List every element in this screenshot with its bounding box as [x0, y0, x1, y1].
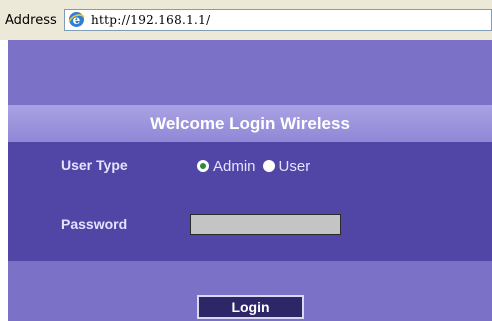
- url-text: http://192.168.1.1/: [91, 13, 211, 27]
- login-button[interactable]: Login: [197, 295, 304, 319]
- ie-icon: e: [68, 12, 85, 27]
- user-radio[interactable]: [262, 160, 275, 172]
- welcome-title: Welcome Login Wireless: [150, 114, 350, 133]
- address-label: Address: [5, 13, 57, 28]
- user-type-label: User Type: [61, 157, 128, 173]
- url-field[interactable]: e http://192.168.1.1/: [64, 9, 492, 31]
- admin-radio-label[interactable]: Admin: [213, 158, 256, 175]
- user-type-radio-group: Admin User: [197, 157, 310, 175]
- password-label: Password: [61, 216, 128, 232]
- user-radio-label[interactable]: User: [279, 158, 311, 175]
- login-form-panel: User Type Admin User Password: [8, 142, 492, 261]
- address-bar: Address e http://192.168.1.1/: [0, 0, 492, 40]
- password-input[interactable]: [190, 214, 341, 235]
- admin-radio[interactable]: [197, 160, 209, 172]
- welcome-header: Welcome Login Wireless: [8, 105, 492, 142]
- router-login-page: Welcome Login Wireless User Type Admin U…: [8, 40, 492, 321]
